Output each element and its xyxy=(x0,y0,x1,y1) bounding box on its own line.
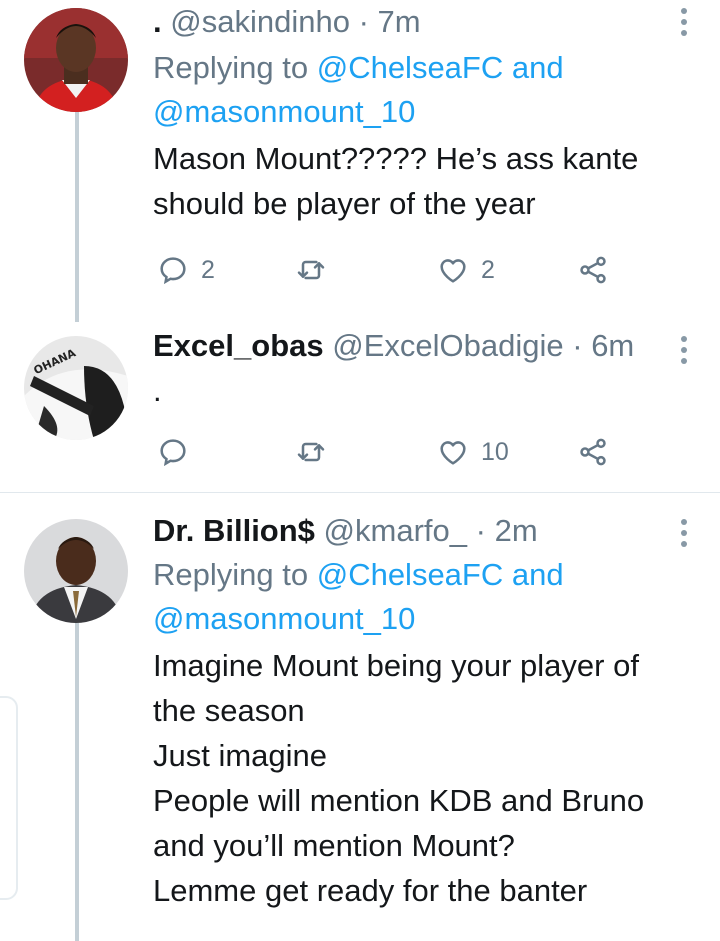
replying-and[interactable]: and xyxy=(512,50,564,85)
more-options-icon[interactable] xyxy=(680,336,688,370)
handle[interactable]: @kmarfo_ xyxy=(324,513,467,548)
display-name[interactable]: . xyxy=(153,4,162,39)
heart-icon xyxy=(440,259,466,283)
thread-line xyxy=(75,621,79,941)
text-line: Just imagine xyxy=(153,738,328,773)
avatar[interactable]: OHANA xyxy=(24,336,128,440)
handle[interactable]: @ExcelObadigie xyxy=(332,328,563,363)
text-line: should be player of the year xyxy=(153,186,536,221)
avatar[interactable] xyxy=(24,8,128,112)
separator: · xyxy=(358,4,369,39)
share-icon xyxy=(580,256,606,284)
more-options-icon[interactable] xyxy=(680,519,688,553)
mention-link[interactable]: @ChelseaFC xyxy=(317,557,504,592)
retweet-button[interactable] xyxy=(295,250,327,290)
mention-link[interactable]: @masonmount_10 xyxy=(153,601,415,636)
tweet-text: Imagine Mount being your player of the s… xyxy=(153,643,680,913)
separator: · xyxy=(572,328,583,363)
like-button[interactable]: 2 xyxy=(437,250,495,290)
tweet-actions: 2 2 xyxy=(153,250,623,290)
reply-button[interactable] xyxy=(157,432,189,472)
reply-icon xyxy=(160,257,186,285)
avatar[interactable] xyxy=(24,519,128,623)
retweet-icon xyxy=(297,442,325,462)
display-name[interactable]: Excel_obas xyxy=(153,328,324,363)
tweet-text: Mason Mount????? He’s ass kante should b… xyxy=(153,136,680,226)
like-count: 10 xyxy=(481,437,509,466)
tweet-actions: 10 xyxy=(153,432,623,472)
share-button[interactable] xyxy=(577,250,609,290)
like-button[interactable]: 10 xyxy=(437,432,509,472)
heart-icon xyxy=(440,441,466,465)
divider xyxy=(0,492,720,493)
replying-and[interactable]: and xyxy=(512,557,564,592)
reply-icon xyxy=(160,439,186,467)
reply-button[interactable]: 2 xyxy=(157,250,215,290)
separator: · xyxy=(475,513,486,548)
text-line: Imagine Mount being your player of xyxy=(153,648,639,683)
tweet-1[interactable]: . @sakindinho · 7m Replying to @ChelseaF… xyxy=(0,0,720,322)
text-line: Lemme get ready for the banter xyxy=(153,873,588,908)
text-line: Mason Mount????? He’s ass kante xyxy=(153,141,639,176)
tweet-text: . xyxy=(153,368,680,413)
timestamp[interactable]: 6m xyxy=(591,328,634,363)
retweet-icon xyxy=(297,260,325,280)
more-options-icon[interactable] xyxy=(680,8,688,42)
mention-link[interactable]: @ChelseaFC xyxy=(317,50,504,85)
text-line: . xyxy=(153,373,162,408)
text-line: People will mention KDB and Bruno xyxy=(153,783,645,818)
tweet-2[interactable]: OHANA Excel_obas @ExcelObadigie · 6m . 1… xyxy=(0,322,720,490)
replying-label: Replying to xyxy=(153,50,309,85)
retweet-button[interactable] xyxy=(295,432,327,472)
replying-label: Replying to xyxy=(153,557,309,592)
side-panel-handle[interactable] xyxy=(0,696,18,900)
timestamp[interactable]: 7m xyxy=(378,4,421,39)
mention-link[interactable]: @masonmount_10 xyxy=(153,94,415,129)
timestamp[interactable]: 2m xyxy=(495,513,538,548)
reply-count: 2 xyxy=(201,255,215,284)
text-line: and you’ll mention Mount? xyxy=(153,828,515,863)
share-button[interactable] xyxy=(577,432,609,472)
text-line: the season xyxy=(153,693,305,728)
thread-line xyxy=(75,112,79,322)
display-name[interactable]: Dr. Billion$ xyxy=(153,513,315,548)
handle[interactable]: @sakindinho xyxy=(170,4,350,39)
share-icon xyxy=(580,438,606,466)
tweet-3[interactable]: Dr. Billion$ @kmarfo_ · 2m Replying to @… xyxy=(0,505,720,941)
like-count: 2 xyxy=(481,255,495,284)
